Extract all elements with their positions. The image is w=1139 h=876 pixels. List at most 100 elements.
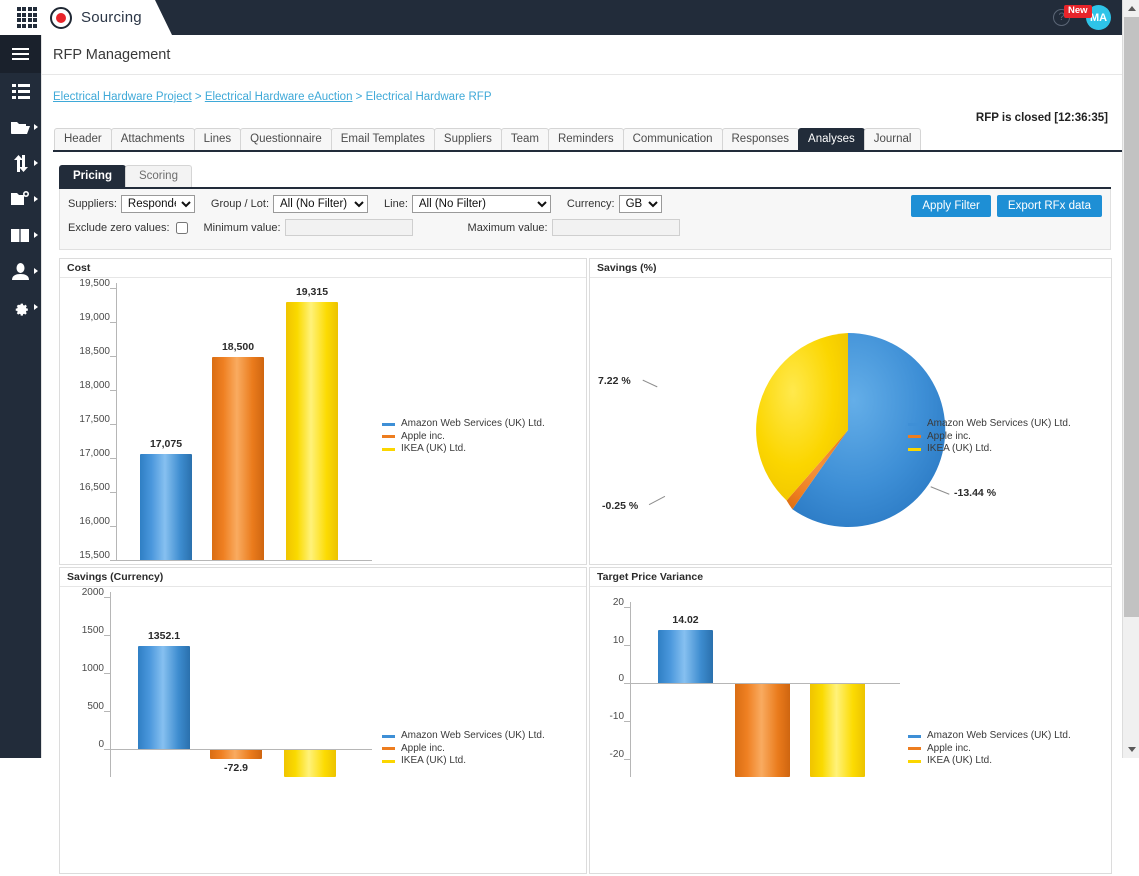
- bar-ikea[interactable]: [284, 750, 336, 777]
- new-badge: New: [1064, 5, 1092, 18]
- currency-label: Currency:: [567, 198, 615, 210]
- scroll-down-arrow[interactable]: [1123, 741, 1139, 758]
- breadcrumb-separator: >: [356, 91, 363, 103]
- tab-team[interactable]: Team: [501, 128, 549, 150]
- page-scrollbar[interactable]: [1122, 0, 1139, 758]
- currency-select[interactable]: GBP: [619, 195, 662, 213]
- bar-amazon[interactable]: [658, 630, 713, 683]
- ytick-5: 18,000: [66, 380, 110, 391]
- minimum-value-label: Minimum value:: [204, 222, 281, 234]
- suppliers-select[interactable]: Responded: [121, 195, 195, 213]
- tab-responses[interactable]: Responses: [722, 128, 800, 150]
- group-lot-select[interactable]: All (No Filter): [273, 195, 368, 213]
- tab-analyses[interactable]: Analyses: [798, 128, 865, 150]
- legend-item: IKEA (UK) Ltd.: [908, 755, 1071, 768]
- breadcrumb-separator: >: [195, 91, 202, 103]
- bar-apple[interactable]: [735, 684, 790, 777]
- chart-legend-savings-percent: Amazon Web Services (UK) Ltd. Apple inc.…: [908, 418, 1071, 456]
- tab-header[interactable]: Header: [54, 128, 112, 150]
- tab-lines[interactable]: Lines: [194, 128, 242, 150]
- legend-label-amazon: Amazon Web Services (UK) Ltd.: [401, 418, 545, 431]
- bar-ikea[interactable]: [810, 684, 865, 777]
- legend-item: Apple inc.: [382, 743, 545, 756]
- ytick-8: 19,500: [66, 278, 110, 289]
- bar-amazon[interactable]: [138, 646, 190, 749]
- legend-item: Amazon Web Services (UK) Ltd.: [382, 730, 545, 743]
- line-select[interactable]: All (No Filter): [412, 195, 551, 213]
- tab-email-templates[interactable]: Email Templates: [331, 128, 435, 150]
- maximum-value-input[interactable]: [552, 219, 680, 236]
- grid-apps-icon[interactable]: [16, 7, 38, 29]
- minimum-value-input[interactable]: [285, 219, 413, 236]
- tab-attachments[interactable]: Attachments: [111, 128, 195, 150]
- tab-reminders[interactable]: Reminders: [548, 128, 624, 150]
- breadcrumb-item-0[interactable]: Electrical Hardware Project: [53, 91, 192, 103]
- legend-swatch-apple: [382, 435, 395, 438]
- brand-tab[interactable]: Sourcing: [0, 0, 155, 35]
- sidebar-item-new-folder[interactable]: [0, 181, 41, 217]
- apply-filter-button[interactable]: Apply Filter: [911, 195, 991, 217]
- sidebar-item-settings[interactable]: [0, 289, 41, 325]
- sidebar-item-transfers[interactable]: [0, 145, 41, 181]
- tab-journal[interactable]: Journal: [864, 128, 922, 150]
- legend-swatch-apple: [908, 435, 921, 438]
- export-rfx-data-button[interactable]: Export RFx data: [997, 195, 1102, 217]
- ytick-1: -10: [596, 711, 624, 722]
- legend-swatch-amazon: [908, 735, 921, 738]
- exclude-zero-checkbox[interactable]: [176, 222, 188, 234]
- ytick-0: 15,500: [66, 550, 110, 561]
- scrollbar-thumb[interactable]: [1124, 17, 1139, 617]
- chart-legend-cost: Amazon Web Services (UK) Ltd. Apple inc.…: [382, 418, 545, 456]
- gear-icon: [12, 299, 29, 316]
- chart-legend-savings-currency: Amazon Web Services (UK) Ltd. Apple inc.…: [382, 730, 545, 768]
- breadcrumb: Electrical Hardware Project > Electrical…: [42, 75, 1122, 103]
- tab-scoring[interactable]: Scoring: [125, 165, 192, 187]
- legend-item: Amazon Web Services (UK) Ltd.: [908, 730, 1071, 743]
- folder-icon: [11, 120, 30, 135]
- bar-ikea[interactable]: [286, 302, 338, 560]
- bar-amazon[interactable]: [140, 454, 192, 560]
- maximum-value-label: Maximum value:: [468, 222, 548, 234]
- legend-label-ikea: IKEA (UK) Ltd.: [927, 755, 992, 768]
- chart-body-target-price-variance: -20 -10 0 10 20 14.02: [590, 587, 1111, 872]
- primary-tabs: Header Attachments Lines Questionnaire E…: [53, 129, 1122, 152]
- tab-communication[interactable]: Communication: [623, 128, 723, 150]
- legend-swatch-amazon: [382, 735, 395, 738]
- tab-questionnaire[interactable]: Questionnaire: [240, 128, 332, 150]
- help-question-icon[interactable]: ? New: [1053, 9, 1070, 26]
- sidebar-item-projects[interactable]: [0, 109, 41, 145]
- bar-label-ikea: 19,315: [286, 286, 338, 298]
- chevron-right-icon: [34, 232, 38, 238]
- hamburger-menu-icon[interactable]: [0, 35, 41, 73]
- ytick-7: 19,000: [66, 312, 110, 323]
- legend-item: Apple inc.: [908, 743, 1071, 756]
- legend-label-amazon: Amazon Web Services (UK) Ltd.: [927, 730, 1071, 743]
- filter-row-secondary: Exclude zero values: Minimum value: Maxi…: [68, 218, 1102, 237]
- breadcrumb-item-1[interactable]: Electrical Hardware eAuction: [205, 91, 353, 103]
- tab-suppliers[interactable]: Suppliers: [434, 128, 502, 150]
- chevron-right-icon: [34, 304, 38, 310]
- filter-panel: Suppliers: Responded Group / Lot: All (N…: [59, 189, 1111, 250]
- sidebar-item-list[interactable]: [0, 73, 41, 109]
- sidebar-item-catalogues[interactable]: [0, 217, 41, 253]
- secondary-tabs: Pricing Scoring: [59, 166, 1111, 189]
- chart-body-cost: 15,500 16,000 16,500 17,000 17,500 18,00…: [60, 278, 586, 563]
- ytick-2: 0: [596, 673, 624, 684]
- scroll-up-arrow[interactable]: [1123, 0, 1139, 17]
- ytick-2: 16,500: [66, 482, 110, 493]
- chart-title-savings-percent: Savings (%): [590, 259, 1111, 278]
- pie-label-apple: -0.25 %: [602, 500, 638, 512]
- chart-body-savings-currency: 0 500 1000 1500 2000 1352.1 -72.9: [60, 587, 586, 872]
- bar-apple[interactable]: [212, 357, 264, 560]
- ytick-3: 1500: [66, 625, 104, 636]
- pie-label-ikea: 7.22 %: [598, 375, 631, 387]
- chart-title-cost: Cost: [60, 259, 586, 278]
- tab-pricing[interactable]: Pricing: [59, 165, 126, 187]
- ytick-2: 1000: [66, 663, 104, 674]
- legend-label-amazon: Amazon Web Services (UK) Ltd.: [401, 730, 545, 743]
- bar-label-amazon: 14.02: [658, 614, 713, 626]
- chart-panel-savings-currency: Savings (Currency) 0 500 1000 1500 2000 …: [59, 567, 587, 874]
- ytick-4: 2000: [66, 587, 104, 598]
- page-title: RFP Management: [42, 35, 1122, 75]
- sidebar-item-suppliers[interactable]: [0, 253, 41, 289]
